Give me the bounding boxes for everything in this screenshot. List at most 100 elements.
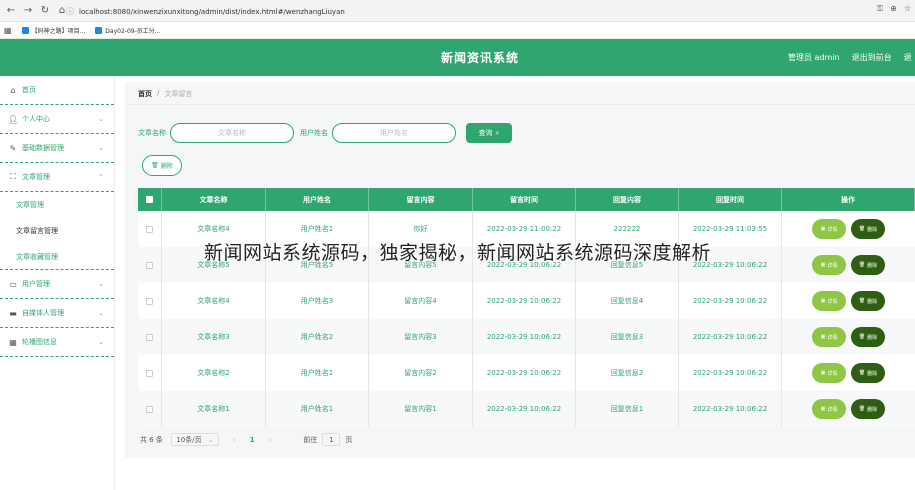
- monitor-icon: ▭: [9, 279, 17, 289]
- select-all-checkbox[interactable]: [146, 196, 153, 203]
- delete-button[interactable]: 🗑︎ 删除: [851, 219, 885, 239]
- trash-icon: 🗑︎: [151, 162, 159, 169]
- detail-button[interactable]: ▣ 详情: [812, 219, 846, 239]
- apps-icon[interactable]: ▦: [4, 26, 12, 35]
- row-checkbox[interactable]: [146, 333, 153, 341]
- sidebar-item-users[interactable]: ▭ 用户管理 ⌄: [0, 270, 114, 299]
- cell-comment-time: 2022-03-29 10:06:22: [473, 283, 576, 319]
- sidebar-item-personal[interactable]: 👤︎ 个人中心 ⌄: [0, 105, 114, 134]
- page-unit-label: 页: [345, 435, 353, 444]
- column-header: 用户姓名: [266, 188, 369, 211]
- chevron-down-icon: ⌄: [98, 309, 104, 317]
- cell-comment: 留言内容1: [369, 391, 473, 427]
- row-checkbox[interactable]: [146, 297, 153, 305]
- sidebar: ⌂ 首页 👤︎ 个人中心 ⌄ ✎ 基础数据管理 ⌄ ⛶ 文章管理 ⌃ 文章管理 …: [0, 76, 115, 490]
- article-name-label: 文章名称: [138, 129, 166, 137]
- bookmark-item[interactable]: Day02-09-员工分...: [95, 26, 160, 35]
- chevron-up-icon: ⌃: [98, 173, 104, 181]
- detail-button[interactable]: ▣ 详情: [812, 399, 846, 419]
- search-icon: ⌕: [495, 128, 500, 137]
- cell-reply: 回复信息4: [576, 283, 679, 319]
- breadcrumb-current: 文章留言: [164, 90, 193, 98]
- prev-page-icon[interactable]: ‹: [233, 436, 236, 444]
- column-header: 回复内容: [576, 188, 679, 211]
- key-icon[interactable]: ⚿: [877, 4, 883, 14]
- app-header: 新闻资讯系统 管理员 admin 退出到前台 退: [0, 39, 915, 76]
- app-title: 新闻资讯系统: [440, 51, 519, 65]
- delete-button[interactable]: 🗑︎ 删除: [851, 363, 885, 383]
- table-row: 文章名称2 用户姓名1 留言内容2 2022-03-29 10:06:22 回复…: [138, 355, 915, 391]
- breadcrumb-home[interactable]: 首页: [138, 89, 152, 99]
- cell-comment: 留言内容4: [369, 283, 473, 319]
- cell-reply-time: 2022-03-29 10:06:22: [679, 391, 782, 427]
- cell-user: 用户姓名1: [266, 391, 369, 427]
- batch-delete-button[interactable]: 🗑︎ 删除: [142, 155, 182, 176]
- article-name-input[interactable]: 文章名称: [170, 123, 294, 143]
- cell-reply-time: 2022-03-29 10:06:22: [679, 319, 782, 355]
- overlay-caption: 新闻网站系统源码，独家揭秘，新闻网站系统源码深度解析: [203, 242, 711, 264]
- chevron-down-icon: ⌄: [98, 338, 104, 346]
- pagination: 共 6 条 10条/页 ⌄ ‹ 1 › 前往 1 页: [140, 433, 352, 446]
- sidebar-item-carousel[interactable]: ▦ 轮播图信息 ⌄: [0, 328, 114, 357]
- table-row: 文章名称3 用户姓名2 留言内容3 2022-03-29 10:06:22 回复…: [138, 319, 915, 355]
- chevron-down-icon: ⌄: [98, 280, 104, 288]
- edit-icon: ✎: [9, 143, 17, 153]
- cell-user: 用户姓名3: [266, 283, 369, 319]
- row-checkbox[interactable]: [146, 225, 153, 233]
- delete-button[interactable]: 🗑︎ 删除: [851, 399, 885, 419]
- goto-label: 前往: [303, 435, 318, 444]
- cell-article: 文章名称4: [162, 283, 266, 319]
- next-page-icon[interactable]: ›: [269, 436, 272, 444]
- detail-button[interactable]: ▣ 详情: [812, 291, 846, 311]
- cell-article: 文章名称3: [162, 319, 266, 355]
- forward-icon[interactable]: →: [21, 4, 35, 18]
- logout-link[interactable]: 退: [904, 52, 912, 63]
- browser-toolbar: ← → ↻ ⌂ ⓘ localhost:8080/xinwenzixunxito…: [0, 0, 915, 22]
- detail-button[interactable]: ▣ 详情: [812, 363, 846, 383]
- row-checkbox[interactable]: [146, 405, 153, 413]
- goto-page-input[interactable]: 1: [322, 433, 341, 446]
- cell-user: 用户姓名1: [266, 355, 369, 391]
- cell-comment: 留言内容3: [369, 319, 473, 355]
- column-header: 操作: [782, 188, 915, 211]
- user-name-input[interactable]: 用户姓名: [332, 123, 456, 143]
- column-header: 留言内容: [369, 188, 473, 211]
- sidebar-item-basic-data[interactable]: ✎ 基础数据管理 ⌄: [0, 134, 114, 163]
- star-icon[interactable]: ☆: [904, 4, 911, 14]
- address-bar[interactable]: ⓘ localhost:8080/xinwenzixunxitong/admin…: [66, 4, 876, 19]
- bookmarks-bar: ▦ 【码神之路】项目... Day02-09-员工分...: [0, 22, 915, 39]
- back-to-front-link[interactable]: 退出到前台: [852, 52, 892, 63]
- detail-button[interactable]: ▣ 详情: [812, 327, 846, 347]
- column-header: 文章名称: [162, 188, 266, 211]
- sidebar-item-home[interactable]: ⌂ 首页: [0, 76, 114, 105]
- detail-icon: ▣: [820, 370, 826, 376]
- trash-icon: 🗑︎: [858, 334, 866, 340]
- cell-article: 文章名称1: [162, 391, 266, 427]
- sidebar-subitem-article[interactable]: 文章管理: [0, 192, 114, 218]
- delete-button[interactable]: 🗑︎ 删除: [851, 291, 885, 311]
- sidebar-item-article[interactable]: ⛶ 文章管理 ⌃: [0, 163, 114, 192]
- grid-icon: ▦: [9, 337, 17, 347]
- search-button[interactable]: 查询 ⌕: [466, 123, 512, 143]
- bookmark-item[interactable]: 【码神之路】项目...: [21, 26, 85, 35]
- cell-article: 文章名称2: [162, 355, 266, 391]
- table-row: 文章名称4 用户姓名3 留言内容4 2022-03-29 10:06:22 回复…: [138, 283, 915, 319]
- current-page[interactable]: 1: [250, 436, 255, 444]
- back-icon[interactable]: ←: [4, 4, 18, 18]
- row-checkbox[interactable]: [146, 369, 153, 377]
- trash-icon: 🗑︎: [858, 406, 866, 412]
- reload-icon[interactable]: ↻: [38, 4, 52, 18]
- cell-reply-time: 2022-03-29 10:06:22: [679, 355, 782, 391]
- expand-icon: ⛶: [10, 172, 16, 181]
- cell-comment-time: 2022-03-29 10:06:22: [473, 391, 576, 427]
- bookmark-icon: [21, 26, 29, 34]
- cell-comment-time: 2022-03-29 10:06:22: [473, 319, 576, 355]
- user-icon: 👤︎: [8, 114, 19, 124]
- cell-reply: 回复信息3: [576, 319, 679, 355]
- table-row: 文章名称1 用户姓名1 留言内容1 2022-03-29 10:06:22 回复…: [138, 391, 915, 427]
- page-size-select[interactable]: 10条/页 ⌄: [170, 433, 219, 446]
- sidebar-item-media[interactable]: ▬ 自媒体人管理 ⌄: [0, 299, 114, 328]
- delete-button[interactable]: 🗑︎ 删除: [851, 327, 885, 347]
- trash-icon: 🗑︎: [858, 370, 866, 376]
- zoom-icon[interactable]: ⊕: [890, 4, 897, 14]
